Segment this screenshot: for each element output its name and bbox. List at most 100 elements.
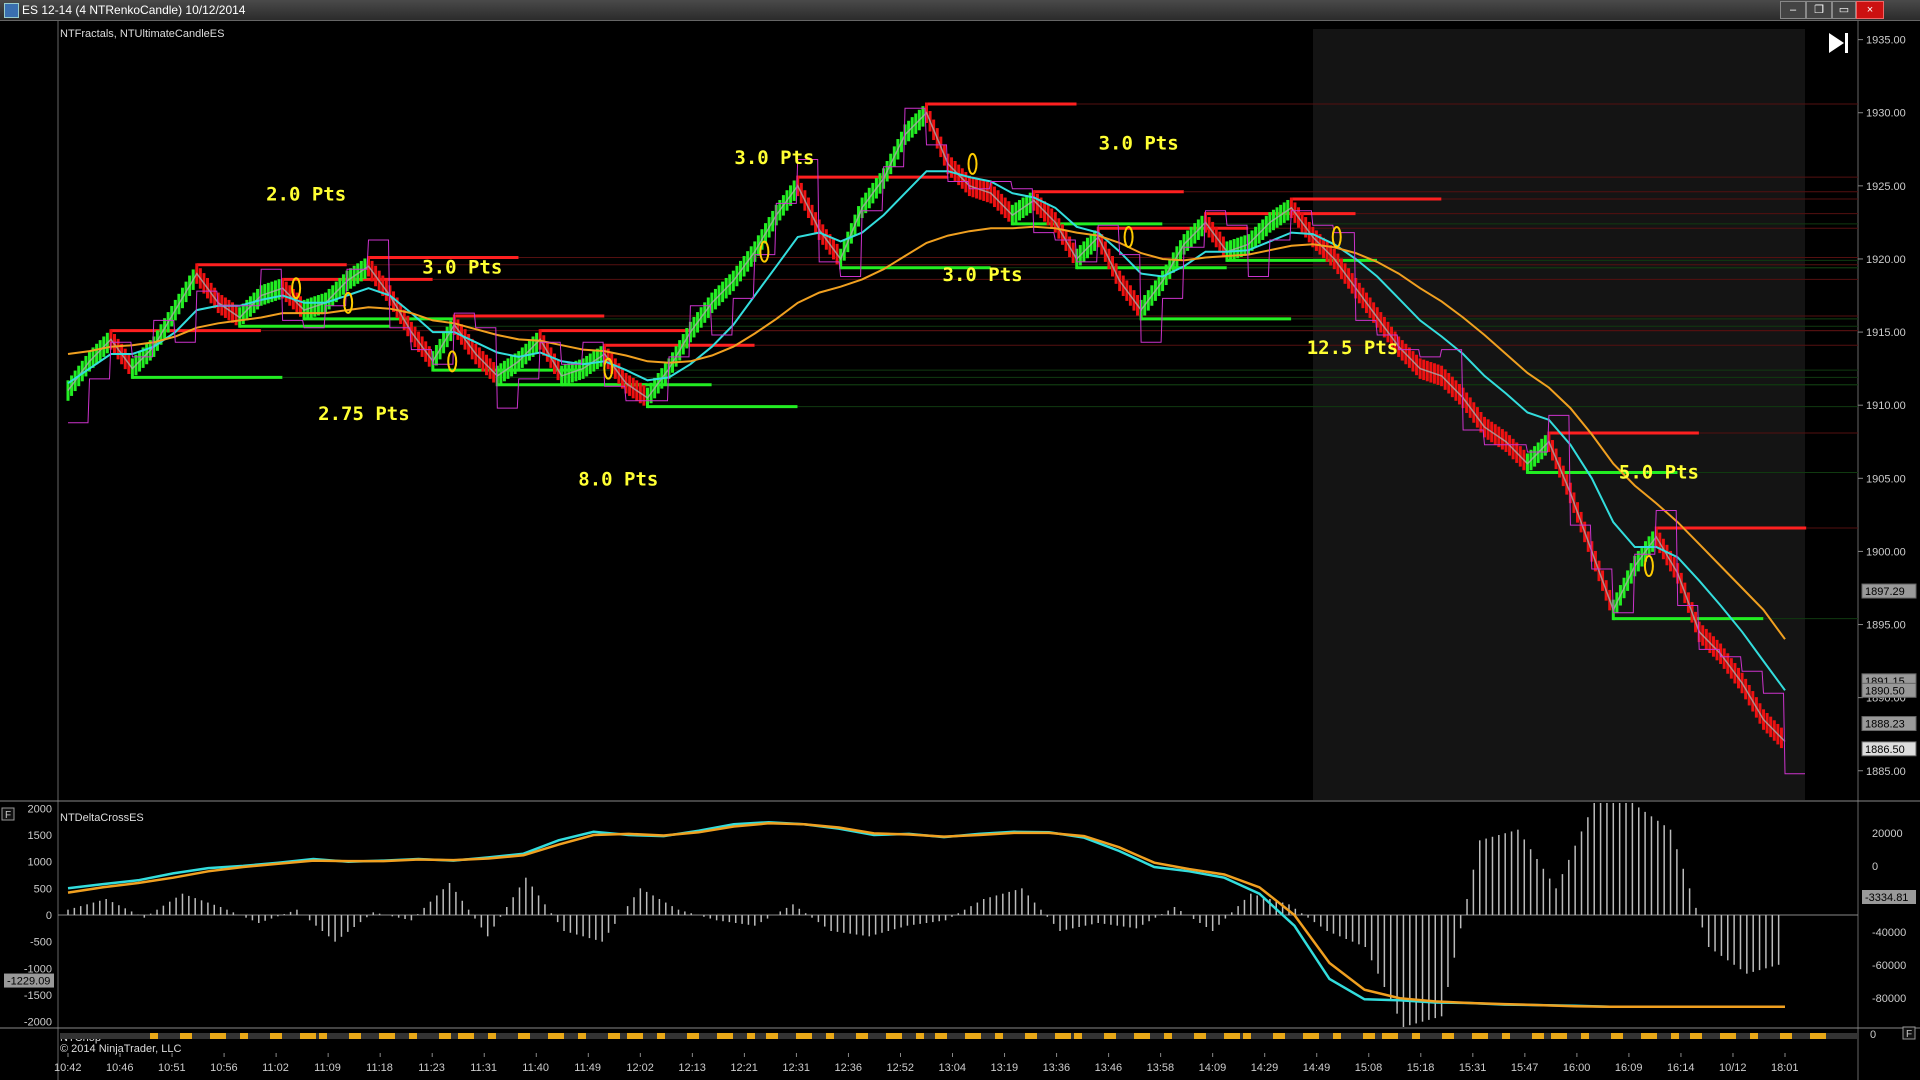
time-tick-label: 13:36: [1043, 1062, 1071, 1074]
time-tick-label: 18:01: [1771, 1062, 1799, 1074]
profit-annotation: 12.5 Pts: [1307, 337, 1399, 359]
price-tick-label: 1915.00: [1866, 327, 1906, 339]
chop-mark: [409, 1033, 417, 1039]
profit-annotation: 3.0 Pts: [422, 257, 502, 279]
panel-menu-icon[interactable]: F: [1, 807, 15, 821]
time-tick-label: 14:49: [1303, 1062, 1331, 1074]
chop-mark: [1025, 1033, 1037, 1039]
time-tick-label: 12:31: [782, 1062, 810, 1074]
chop-mark: [1164, 1033, 1172, 1039]
chop-mark: [1442, 1033, 1454, 1039]
chop-mark: [1671, 1033, 1679, 1039]
restore-icon[interactable]: ❐: [1806, 1, 1832, 19]
profit-annotation: 8.0 Pts: [578, 469, 658, 491]
time-tick-label: 10:42: [54, 1062, 82, 1074]
price-tick-label: 1885.00: [1866, 766, 1906, 778]
chop-mark: [995, 1033, 1003, 1039]
chop-mark: [1690, 1033, 1702, 1039]
chop-mark: [458, 1033, 474, 1039]
panel-menu-icon[interactable]: F: [1902, 1026, 1916, 1040]
time-tick-label: 12:13: [678, 1062, 706, 1074]
time-tick-label: 16:09: [1615, 1062, 1643, 1074]
chop-mark: [608, 1033, 620, 1039]
chop-mark: [826, 1033, 834, 1039]
time-tick-label: 12:02: [626, 1062, 654, 1074]
chop-mark: [1532, 1033, 1544, 1039]
chop-mark: [1363, 1033, 1375, 1039]
chop-mark: [1720, 1033, 1736, 1039]
price-tag-label: 1888.23: [1865, 719, 1905, 731]
profit-annotation: 3.0 Pts: [1099, 132, 1179, 154]
time-tick-label: 13:58: [1147, 1062, 1175, 1074]
close-icon[interactable]: ×: [1856, 1, 1884, 19]
time-tick-label: 15:08: [1355, 1062, 1383, 1074]
chop-mark: [1104, 1033, 1116, 1039]
osc-right-tick-label: -80000: [1872, 993, 1906, 1005]
profit-annotation: 2.0 Pts: [266, 183, 346, 205]
chop-mark: [687, 1033, 699, 1039]
chop-mark: [150, 1033, 158, 1039]
time-axis: 10:42 10:46 10:51 10:56 11:02 11:09 11:18 11:23…: [54, 1053, 1799, 1074]
time-tick-label: 11:49: [574, 1062, 601, 1074]
time-tick-label: 13:04: [939, 1062, 967, 1074]
price-panel-title: NTFractals, NTUltimateCandleES: [60, 28, 224, 40]
osc-left-tick-label: -1500: [24, 990, 52, 1002]
svg-text:F: F: [5, 810, 11, 821]
osc-right-tick-label: -40000: [1872, 927, 1906, 939]
chop-mark: [488, 1033, 496, 1039]
chop-mark: [180, 1033, 192, 1039]
delta-cyan-line: [67, 820, 1785, 1008]
chop-mark: [965, 1033, 981, 1039]
chop-mark: [1243, 1033, 1251, 1039]
time-tick-label: 16:00: [1563, 1062, 1591, 1074]
chop-mark: [270, 1033, 282, 1039]
chart-options-icon[interactable]: ▭: [1832, 1, 1856, 19]
chop-mark: [300, 1033, 316, 1039]
minimize-icon[interactable]: –: [1780, 1, 1806, 19]
chop-mark: [717, 1033, 733, 1039]
chop-mark: [766, 1033, 778, 1039]
chart-canvas[interactable]: NTFractals, NTUltimateCandleES 1885.00 18…: [0, 21, 1920, 1080]
chop-mark: [627, 1033, 643, 1039]
chop-mark: [1581, 1033, 1589, 1039]
chop-mark: [439, 1033, 451, 1039]
chop-mark: [1303, 1033, 1319, 1039]
chop-mark: [1611, 1033, 1623, 1039]
chop-mark: [1810, 1033, 1826, 1039]
time-tick-label: 10:51: [158, 1062, 186, 1074]
chop-mark: [548, 1033, 564, 1039]
chop-mark: [1134, 1033, 1150, 1039]
time-tick-label: 11:31: [470, 1062, 497, 1074]
time-tick-label: 14:09: [1199, 1062, 1227, 1074]
time-tick-label: 13:46: [1095, 1062, 1123, 1074]
time-tick-label: 16:14: [1667, 1062, 1695, 1074]
price-tag-label: 1886.50: [1865, 744, 1905, 756]
price-tick-label: 1895.00: [1866, 620, 1906, 632]
chop-mark: [886, 1033, 902, 1039]
chop-mark: [1074, 1033, 1082, 1039]
chop-mark: [1273, 1033, 1285, 1039]
chop-mark: [1502, 1033, 1510, 1039]
time-tick-label: 11:18: [366, 1062, 393, 1074]
time-tick-label: 10:46: [106, 1062, 134, 1074]
time-tick-label: 12:52: [886, 1062, 914, 1074]
chop-mark: [1551, 1033, 1567, 1039]
time-tick-label: 10:56: [210, 1062, 238, 1074]
chop-mark: [1641, 1033, 1657, 1039]
chop-mark: [1412, 1033, 1420, 1039]
time-tick-label: 14:29: [1251, 1062, 1279, 1074]
time-tick-label: 13:19: [991, 1062, 1019, 1074]
chop-mark: [935, 1033, 947, 1039]
profit-annotation: 3.0 Pts: [734, 147, 814, 169]
chop-mark: [1472, 1033, 1488, 1039]
chop-mark: [1382, 1033, 1398, 1039]
window-titlebar: ES 12-14 (4 NTRenkoCandle) 10/12/2014 – …: [0, 0, 1920, 21]
price-tag-label: 1890.50: [1865, 685, 1905, 697]
price-tick-label: 1920.00: [1866, 254, 1906, 266]
chop-mark: [796, 1033, 812, 1039]
chop-mark: [657, 1033, 665, 1039]
chop-mark: [578, 1033, 586, 1039]
price-tick-label: 1900.00: [1866, 546, 1906, 558]
time-tick-label: 15:31: [1459, 1062, 1487, 1074]
session-shade: [1313, 29, 1805, 800]
